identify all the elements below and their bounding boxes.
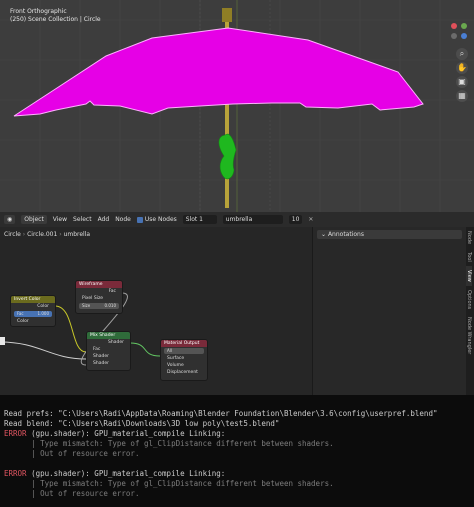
link-mix-to-output	[129, 342, 161, 357]
umbrella-tip	[222, 8, 232, 22]
menu-node[interactable]: Node	[115, 216, 131, 223]
use-nodes-checkbox[interactable]: Use Nodes	[136, 216, 177, 223]
console-line: ERROR (gpu.shader): GPU_material_compile…	[4, 429, 226, 438]
camera-icon[interactable]: ▣	[456, 76, 468, 88]
node-output: Color	[37, 304, 49, 309]
error-label: ERROR	[4, 429, 27, 438]
node-title: Wireframe	[76, 281, 122, 288]
console-line: | Out of resource error.	[4, 489, 140, 498]
console-line: Read blend: "C:\Users\Radi\Downloads\3D …	[4, 419, 280, 428]
material-output-node[interactable]: Material Output All Surface Volume Displ…	[160, 339, 208, 381]
chevron-down-icon: ⌄	[321, 231, 327, 238]
viewport-grid	[0, 0, 474, 212]
tab-tool[interactable]: Tool	[466, 248, 472, 266]
checkbox-check-icon	[136, 216, 143, 223]
node-output: Fac	[108, 289, 116, 294]
size-field[interactable]: Size 0.010	[79, 303, 119, 309]
sidebar-tabs: Node Tool View Options Node Wrangler	[466, 227, 474, 395]
offscreen-node-edge	[0, 337, 5, 345]
3d-viewport[interactable]: Front Orthographic (250) Scene Collectio…	[0, 0, 474, 212]
console-line: | Out of resource error.	[4, 449, 140, 458]
umbrella-canopy	[13, 27, 424, 117]
umbrella-handle	[218, 133, 237, 180]
editor-type-dropdown[interactable]: Object	[21, 215, 47, 224]
pixel-size-checkbox[interactable]: Pixel Size	[76, 295, 122, 302]
node-input: Fac	[93, 347, 101, 352]
menu-view[interactable]: View	[53, 216, 67, 223]
use-nodes-label: Use Nodes	[144, 216, 177, 223]
node-editor-canvas[interactable]: Circle › Circle.001 › umbrella Invert Co…	[0, 227, 312, 395]
console-line: ERROR (gpu.shader): GPU_material_compile…	[4, 469, 226, 478]
axis-gizmo-icon[interactable]	[448, 22, 470, 44]
menu-add[interactable]: Add	[98, 216, 110, 223]
console-output[interactable]: Read prefs: "C:\Users\Radi\AppData\Roami…	[0, 395, 474, 507]
wireframe-node[interactable]: Wireframe Fac Pixel Size Size 0.010	[75, 280, 123, 314]
invert-color-node[interactable]: Invert Color Color Fac 1.000 Color	[10, 295, 56, 327]
editor-type-icon[interactable]: ◉	[4, 215, 16, 224]
mix-shader-node[interactable]: Mix Shader Shader Fac Shader Shader	[86, 331, 131, 371]
node-input: Surface	[167, 356, 185, 361]
view-name: Front Orthographic	[10, 8, 67, 15]
tab-view[interactable]: View	[466, 265, 472, 286]
menu-select[interactable]: Select	[73, 216, 92, 223]
target-dropdown[interactable]: All	[164, 348, 204, 354]
material-user-count[interactable]: 10	[288, 215, 303, 224]
node-input: Volume	[167, 363, 184, 368]
node-output: Shader	[108, 340, 124, 345]
node-title: Mix Shader	[87, 332, 130, 339]
slot-dropdown[interactable]: Slot 1	[182, 215, 217, 224]
node-input: Color	[17, 319, 29, 324]
node-editor-header: ◉ Object View Select Add Node Use Nodes …	[0, 212, 474, 227]
node-input: Shader	[93, 354, 109, 359]
console-line: Read prefs: "C:\Users\Radi\AppData\Roami…	[4, 409, 438, 418]
pin-icon[interactable]: ✕	[308, 216, 313, 223]
fac-slider[interactable]: Fac 1.000	[14, 311, 52, 317]
material-field[interactable]: umbrella	[222, 215, 283, 224]
collection-info: (250) Scene Collection | Circle	[10, 16, 101, 23]
console-line: | Type mismatch: Type of gl_ClipDistance…	[4, 479, 334, 488]
node-input: Displacement	[167, 370, 198, 375]
tab-node[interactable]: Node	[466, 227, 472, 248]
annotations-label: Annotations	[327, 231, 364, 238]
grid-icon[interactable]: ▦	[456, 90, 468, 102]
node-input: Shader	[93, 361, 109, 366]
hand-pan-icon[interactable]: ✋	[456, 62, 468, 74]
sidebar-panel: ⌄ Annotations	[312, 227, 466, 395]
annotations-panel-header[interactable]: ⌄ Annotations	[317, 230, 462, 239]
link-shader-in	[0, 341, 87, 360]
error-label: ERROR	[4, 469, 27, 478]
tab-options[interactable]: Options	[466, 286, 472, 313]
zoom-icon[interactable]: ⌕	[456, 48, 468, 60]
node-title: Material Output	[161, 340, 207, 347]
node-title: Invert Color	[11, 296, 55, 303]
console-line: | Type mismatch: Type of gl_ClipDistance…	[4, 439, 334, 448]
tab-node-wrangler[interactable]: Node Wrangler	[466, 313, 472, 358]
